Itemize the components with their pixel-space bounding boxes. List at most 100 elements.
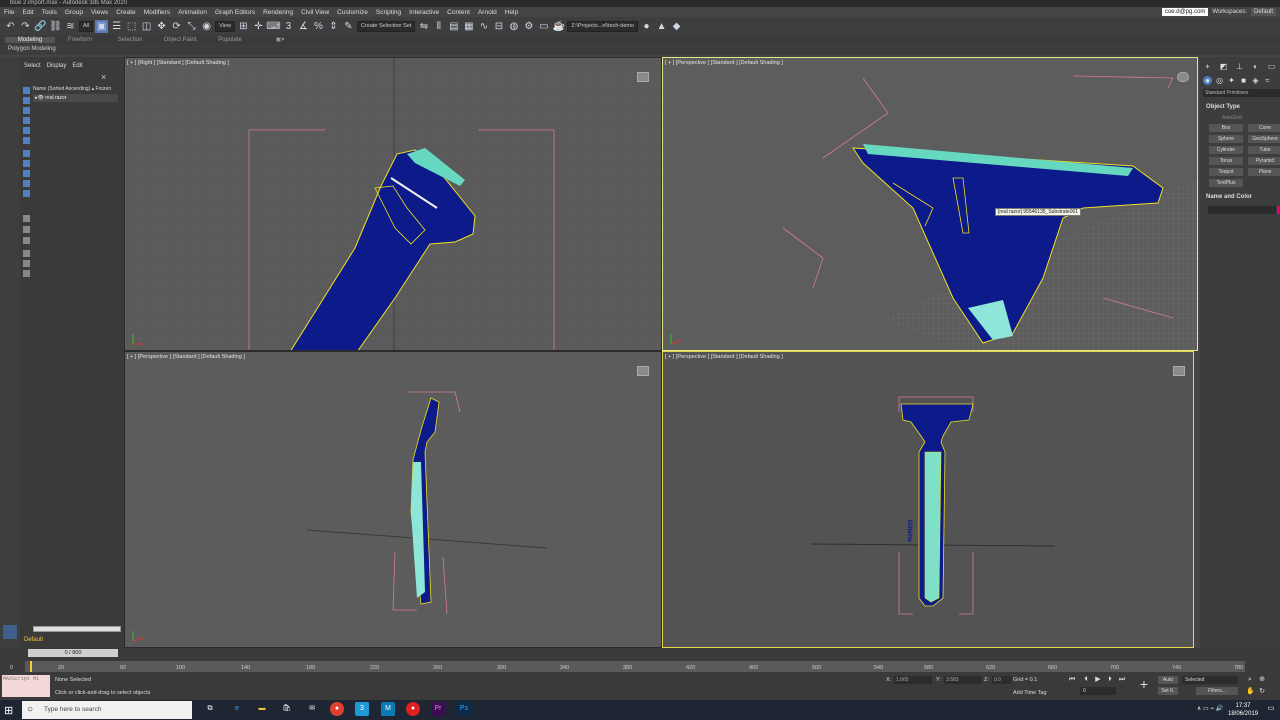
y-coord-field[interactable]: 3.583 — [944, 676, 982, 684]
viewport-perspective-bottom-left[interactable]: [ + ] [Perspective ] [Standard ] [Defaul… — [124, 351, 662, 648]
select-object-icon[interactable]: ▣ — [95, 19, 109, 33]
pyramid-button[interactable]: Pyramid — [1248, 157, 1280, 165]
tab-modeling[interactable]: Modeling — [5, 36, 55, 43]
autogrid-checkbox[interactable]: AutoGrid — [1222, 115, 1242, 121]
menu-views[interactable]: Views — [87, 9, 112, 16]
layer-explorer-icon[interactable]: ▤ — [447, 20, 460, 33]
filter-shapes-icon[interactable] — [23, 97, 30, 104]
cone-button[interactable]: Cone — [1248, 124, 1280, 132]
menu-animation[interactable]: Animation — [174, 9, 211, 16]
menu-customize[interactable]: Customize — [333, 9, 372, 16]
viewcube-icon[interactable] — [637, 72, 649, 82]
set-key-icon[interactable]: + — [1137, 677, 1151, 694]
selection-filter-dropdown[interactable]: All — [79, 20, 94, 32]
modify-tab-icon[interactable]: ◩ — [1219, 62, 1228, 71]
display-all-icon[interactable] — [23, 215, 30, 222]
orbit-icon[interactable]: ↻ — [1258, 688, 1266, 696]
create-tab-icon[interactable]: + — [1203, 62, 1212, 71]
filter-geometry-icon[interactable] — [23, 87, 30, 94]
primitive-type-dropdown[interactable]: Standard Primitives — [1203, 89, 1280, 97]
notifications-icon[interactable]: ▭ — [1264, 702, 1278, 716]
x-coord-field[interactable]: 1.665 — [894, 676, 932, 684]
arnold-mesh-icon[interactable]: ▲ — [655, 20, 668, 33]
menu-arnold[interactable]: Arnold — [474, 9, 501, 16]
zoom-icon[interactable]: ⌕ — [1246, 676, 1254, 684]
menu-graph-editors[interactable]: Graph Editors — [211, 9, 259, 16]
tab-populate[interactable]: Populate — [205, 37, 255, 43]
box-button[interactable]: Box — [1209, 124, 1243, 132]
select-manipulate-icon[interactable]: ✛ — [252, 20, 265, 33]
plane-button[interactable]: Plane — [1248, 168, 1280, 176]
current-frame-field[interactable]: 0 — [1080, 687, 1116, 695]
sphere-button[interactable]: Sphere — [1209, 135, 1243, 143]
z-coord-field[interactable]: 0.0 — [992, 676, 1012, 684]
workspace-dropdown[interactable]: Default — [1250, 8, 1276, 16]
time-slider[interactable]: 0 / 800 — [28, 649, 118, 657]
display-tab-icon[interactable]: ▭ — [1267, 62, 1276, 71]
select-by-name-icon[interactable]: ☰ — [110, 20, 123, 33]
viewport-label[interactable]: [ + ] [Perspective ] [Standard ] [Defaul… — [127, 354, 245, 360]
viewport-label[interactable]: [ + ] [Right ] [Standard ] [Default Shad… — [127, 60, 229, 66]
close-icon[interactable]: × — [101, 72, 106, 82]
keyboard-shortcut-icon[interactable]: ⌨ — [266, 20, 280, 33]
object-type-rollout[interactable]: Object Type — [1206, 104, 1240, 110]
torus-button[interactable]: Torus — [1209, 157, 1243, 165]
geosphere-button[interactable]: GeoSphere — [1248, 135, 1280, 143]
list-item[interactable]: ▸👁 real razor — [33, 94, 118, 102]
filters-button[interactable]: Filters... — [1196, 687, 1238, 695]
tab-selection[interactable]: Selection — [105, 37, 155, 43]
viewport-right[interactable]: [ + ] [Right ] [Standard ] [Default Shad… — [124, 57, 662, 351]
viewport-perspective-bottom-right[interactable]: Gillette [ + ] [Perspective ] [Standard … — [662, 351, 1194, 648]
windows-start-icon[interactable]: ⊞ — [4, 704, 16, 717]
menu-content[interactable]: Content — [443, 9, 474, 16]
shapes-icon[interactable]: ◎ — [1215, 76, 1224, 85]
menu-tools[interactable]: Tools — [38, 9, 61, 16]
viewport-perspective-top[interactable]: [ + ] [Perspective ] [Standard ] [Defaul… — [662, 57, 1198, 351]
edge-icon[interactable]: e — [230, 702, 244, 716]
trackbar-ruler[interactable] — [25, 661, 1245, 672]
reference-coord-dropdown[interactable]: View — [215, 20, 235, 32]
premiere-icon[interactable]: Pr — [431, 702, 445, 716]
3ds-max-icon[interactable]: 3 — [355, 702, 369, 716]
maxscript-listener[interactable]: MAXScript Mi — [2, 675, 50, 697]
bind-space-warp-icon[interactable]: ≋ — [64, 20, 77, 33]
filter-containers-icon[interactable] — [23, 180, 30, 187]
mirror-icon[interactable]: ⇋ — [417, 20, 430, 33]
viewport-label[interactable]: [ + ] [Perspective ] [Standard ] [Defaul… — [665, 354, 783, 360]
task-view-icon[interactable]: ⧉ — [203, 702, 217, 716]
display-none-icon[interactable] — [23, 226, 30, 233]
current-layer[interactable]: Default — [24, 637, 43, 643]
file-explorer-icon[interactable]: ▬ — [255, 702, 269, 716]
chrome-icon[interactable]: ● — [330, 702, 344, 716]
move-icon[interactable]: ✥ — [155, 20, 168, 33]
place-icon[interactable]: ◉ — [200, 20, 213, 33]
menu-scripting[interactable]: Scripting — [372, 9, 405, 16]
viewport-label[interactable]: [ + ] [Perspective ] [Standard ] [Defaul… — [665, 60, 783, 66]
hierarchy-tab-icon[interactable]: ⊥ — [1235, 62, 1244, 71]
menu-interactive[interactable]: Interactive — [405, 9, 443, 16]
percent-snap-icon[interactable]: % — [312, 20, 325, 33]
filter-xrefs-icon[interactable] — [23, 160, 30, 167]
motion-tab-icon[interactable]: ◐ — [1251, 62, 1260, 71]
menu-modifiers[interactable]: Modifiers — [140, 9, 174, 16]
space-warps-icon[interactable]: ≈ — [1263, 76, 1272, 85]
project-path-dropdown[interactable]: Z:\Projects...el\tech-demo — [567, 20, 639, 32]
geometry-icon[interactable]: ● — [1203, 76, 1212, 85]
snaps-toggle-icon[interactable]: 3 — [282, 20, 295, 33]
schematic-view-icon[interactable]: ⊟ — [492, 20, 505, 33]
viewcube-icon[interactable] — [637, 366, 649, 376]
pan-icon[interactable]: ✋ — [1246, 688, 1255, 696]
material-editor-icon[interactable]: ◍ — [507, 20, 520, 33]
rect-selection-icon[interactable]: ⬚ — [125, 20, 138, 33]
play-icon[interactable]: ▶ — [1094, 676, 1102, 684]
zoom-all-icon[interactable]: ⊕ — [1258, 676, 1266, 684]
next-frame-icon[interactable]: ⏵ — [1106, 676, 1114, 684]
cameras-icon[interactable]: ■ — [1239, 76, 1248, 85]
lights-icon[interactable]: ✦ — [1227, 76, 1236, 85]
explorer-column-header[interactable]: Name (Sorted Ascending) ▴ Frozen — [33, 86, 111, 92]
angle-snap-icon[interactable]: ∡ — [297, 20, 310, 33]
menu-file[interactable]: File — [0, 9, 18, 16]
edit-named-selection-icon[interactable]: ✎ — [342, 20, 355, 33]
find-icon[interactable] — [23, 260, 30, 267]
menu-rendering[interactable]: Rendering — [259, 9, 297, 16]
